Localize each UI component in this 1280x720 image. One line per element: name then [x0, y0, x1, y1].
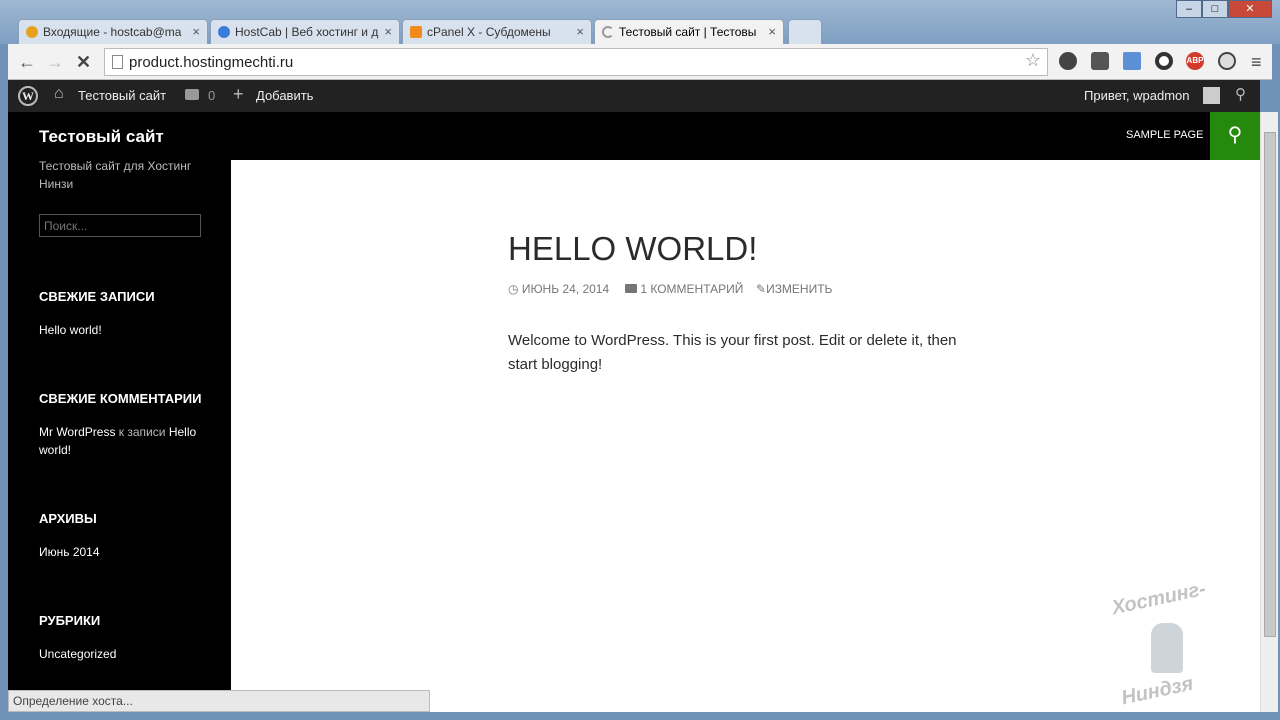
new-tab-button[interactable] [788, 19, 822, 44]
hostcab-icon [218, 26, 230, 38]
status-bar: Определение хоста... [8, 690, 430, 712]
sidebar: Тестовый сайт Тестовый сайт для Хостинг … [8, 112, 231, 690]
post-edit-link[interactable]: ✎ИЗМЕНИТЬ [756, 282, 832, 296]
mail-icon [26, 26, 38, 38]
tab-label: Входящие - hostcab@ma [43, 25, 182, 39]
admin-site-link[interactable]: Тестовый сайт [78, 88, 166, 103]
close-tab-icon[interactable]: × [576, 24, 584, 39]
site-header: SAMPLE PAGE ⚲ [231, 112, 1260, 160]
ninja-figure-icon [1151, 623, 1183, 673]
comment-icon [625, 284, 637, 293]
recent-comment: Mr WordPress к записи Hello world! [39, 423, 209, 459]
greeting-link[interactable]: Привет, wpadmon [1084, 88, 1190, 103]
close-tab-icon[interactable]: × [192, 24, 200, 39]
scrollbar-thumb[interactable] [1264, 132, 1276, 637]
site-title[interactable]: Тестовый сайт [39, 127, 164, 147]
wp-admin-bar: W ⌂ Тестовый сайт 0 + Добавить Привет, w… [8, 80, 1260, 112]
window-controls: – □ ✕ [1176, 0, 1272, 18]
admin-search-icon[interactable]: ⚲ [1235, 85, 1246, 103]
date-text: ИЮНЬ 24, 2014 [521, 282, 610, 296]
edit-text: ИЗМЕНИТЬ [766, 282, 833, 296]
bookmark-star-icon[interactable]: ☆ [1025, 50, 1041, 71]
clock-extension-icon[interactable] [1059, 52, 1077, 70]
avatar[interactable] [1203, 87, 1220, 104]
cpanel-icon [410, 26, 422, 38]
comment-count[interactable]: 0 [208, 88, 215, 103]
wordpress-logo-icon[interactable]: W [18, 86, 38, 106]
panda-extension-icon[interactable] [1218, 52, 1236, 70]
stop-icon[interactable]: ✕ [76, 52, 91, 73]
widget-title: АРХИВЫ [39, 511, 97, 526]
tab-label: Тестовый сайт | Тестовы [619, 25, 757, 39]
adblock-icon[interactable]: ABP [1186, 52, 1204, 70]
window-extension-icon[interactable] [1123, 52, 1141, 70]
comments-text: 1 КОММЕНТАРИЙ [640, 282, 744, 296]
widget-title: СВЕЖИЕ ЗАПИСИ [39, 289, 155, 304]
post-comments-link[interactable]: 1 КОММЕНТАРИЙ [625, 282, 743, 296]
comment-author-link[interactable]: Mr WordPress [39, 425, 115, 439]
category-link[interactable]: Uncategorized [39, 645, 116, 663]
page-icon [112, 55, 123, 69]
header-search-button[interactable]: ⚲ [1210, 112, 1260, 160]
menu-icon[interactable]: ≡ [1251, 52, 1262, 73]
sidebar-search-input[interactable] [39, 214, 201, 237]
content-area: HELLO WORLD! ◷ ИЮНЬ 24, 2014 1 КОММЕНТАР… [231, 160, 1260, 712]
back-icon[interactable]: ← [18, 52, 36, 73]
tab-cpanel[interactable]: cPanel X - Субдомены × [402, 19, 592, 44]
recent-post-link[interactable]: Hello world! [39, 321, 102, 339]
add-new-link[interactable]: Добавить [256, 88, 313, 103]
tab-label: cPanel X - Субдомены [427, 25, 551, 39]
tab-hostcab[interactable]: HostCab | Веб хостинг и д × [210, 19, 400, 44]
home-icon: ⌂ [54, 85, 64, 102]
scrollbar[interactable] [1260, 112, 1278, 712]
comment-on-text: к записи [118, 425, 166, 439]
forward-icon[interactable]: → [46, 52, 64, 73]
browser-toolbar: ← → ✕ product.hostingmechti.ru ☆ ABP ≡ [8, 44, 1272, 80]
tab-inbox[interactable]: Входящие - hostcab@ma × [18, 19, 208, 44]
close-tab-icon[interactable]: × [384, 24, 392, 39]
tab-label: HostCab | Веб хостинг и д [235, 25, 379, 39]
minimize-button[interactable]: – [1176, 0, 1202, 18]
close-tab-icon[interactable]: × [768, 24, 776, 39]
post-title[interactable]: HELLO WORLD! [508, 230, 757, 268]
address-bar[interactable]: product.hostingmechti.ru ☆ [104, 48, 1048, 76]
archive-link[interactable]: Июнь 2014 [39, 543, 100, 561]
post-body: Welcome to WordPress. This is your first… [508, 332, 957, 373]
plus-icon: + [233, 84, 244, 104]
site-description: Тестовый сайт для Хостинг Нинзи [39, 159, 192, 191]
tab-test-site[interactable]: Тестовый сайт | Тестовы × [594, 19, 784, 44]
evernote-icon[interactable] [1091, 52, 1109, 70]
maximize-button[interactable]: □ [1202, 0, 1228, 18]
menu-sample-page[interactable]: SAMPLE PAGE [1126, 129, 1203, 141]
widget-title: СВЕЖИЕ КОММЕНТАРИИ [39, 391, 202, 406]
post-date[interactable]: ◷ ИЮНЬ 24, 2014 [508, 282, 609, 296]
circle-extension-icon[interactable] [1155, 52, 1173, 70]
widget-title: РУБРИКИ [39, 613, 101, 628]
url-text: product.hostingmechti.ru [129, 54, 294, 71]
close-window-button[interactable]: ✕ [1228, 0, 1272, 18]
loading-spinner-icon [602, 26, 614, 38]
hosting-ninja-watermark: Хостинг- Ниндзя [1109, 577, 1208, 710]
comment-icon[interactable] [185, 89, 199, 100]
